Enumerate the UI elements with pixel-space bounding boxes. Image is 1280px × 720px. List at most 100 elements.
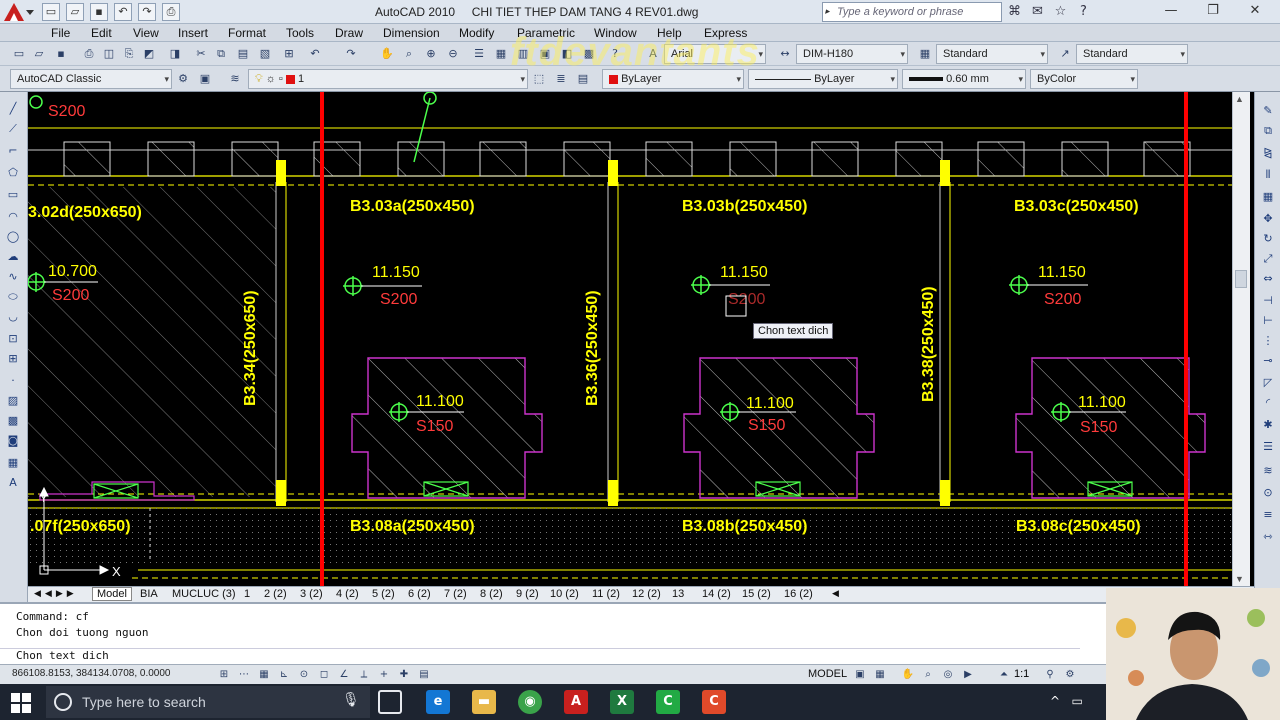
chrome-icon[interactable]: ◉: [518, 690, 542, 714]
publish-icon[interactable]: ⎘: [120, 45, 138, 63]
showmotion-icon[interactable]: ▶: [960, 667, 976, 682]
layer-combo[interactable]: 💡︎ ☼ ▫ 1 ▾: [248, 69, 528, 89]
3d-dwf-icon[interactable]: ◩: [140, 45, 158, 63]
polyline-icon[interactable]: ⌐: [4, 142, 22, 160]
construction-line-icon[interactable]: ⟋: [4, 120, 22, 138]
menu-window[interactable]: Window: [594, 26, 637, 40]
tab-layout[interactable]: 6 (2): [408, 588, 431, 600]
restore-icon[interactable]: ❐: [1192, 0, 1234, 22]
move-icon[interactable]: ✥: [1259, 210, 1277, 228]
plotstyle-combo[interactable]: ByColor ▾: [1030, 69, 1138, 89]
region-icon[interactable]: ◙: [4, 432, 22, 450]
steeringwheel-icon[interactable]: ◎: [940, 667, 956, 682]
quick-properties-icon[interactable]: ▤: [416, 667, 432, 682]
make-current-layer-icon[interactable]: ⬚: [530, 70, 548, 88]
zoom-realtime-icon[interactable]: ⌕: [400, 45, 418, 63]
multileader-style-icon[interactable]: ↗: [1056, 45, 1074, 63]
tab-layout[interactable]: 16 (2): [784, 588, 813, 600]
auto-scale-icon[interactable]: ⚙: [1062, 667, 1078, 682]
command-line-window[interactable]: Command: cf Chon doi tuong nguon Chon te…: [0, 602, 1106, 664]
save-file-icon[interactable]: ▪: [52, 45, 70, 63]
menu-help[interactable]: Help: [657, 26, 682, 40]
array-icon[interactable]: ▦: [1259, 188, 1277, 206]
text-style-combo[interactable]: Arial ▾: [664, 44, 766, 64]
tab-layout[interactable]: MUCLUC (3): [172, 588, 236, 600]
paste-icon[interactable]: ▤: [234, 45, 252, 63]
revcloud-icon[interactable]: ☁: [4, 248, 22, 266]
table-style-icon[interactable]: ▦: [916, 45, 934, 63]
grid-display-icon[interactable]: ▦: [256, 667, 272, 682]
tab-model[interactable]: Model: [92, 587, 132, 601]
open-file-icon[interactable]: ▱: [30, 45, 48, 63]
lineweight-combo[interactable]: 0.60 mm ▾: [902, 69, 1026, 89]
tab-layout[interactable]: 15 (2): [742, 588, 771, 600]
polygon-icon[interactable]: ⬠: [4, 164, 22, 182]
fillet-icon[interactable]: ◜: [1259, 394, 1277, 412]
print-icon[interactable]: ⎙: [80, 45, 98, 63]
excel-icon[interactable]: X: [610, 690, 634, 714]
annotation-visibility-icon[interactable]: ⚲: [1042, 667, 1058, 682]
edge-icon[interactable]: e: [426, 690, 450, 714]
markup-icon[interactable]: ◧: [558, 45, 576, 63]
block-editor-icon[interactable]: ⊞: [280, 45, 298, 63]
plot-icon[interactable]: ⎙: [162, 3, 180, 21]
microphone-icon[interactable]: 🎙︎: [342, 692, 360, 708]
tool-palettes-icon[interactable]: ▥: [514, 45, 532, 63]
circle-icon[interactable]: ◯: [4, 228, 22, 246]
binoculars-icon[interactable]: ⌘: [1006, 2, 1023, 21]
new-icon[interactable]: ▭: [42, 3, 60, 21]
model-space-toggle[interactable]: MODEL: [808, 668, 847, 680]
scroll-down-icon[interactable]: ▼: [1235, 574, 1244, 584]
menu-modify[interactable]: Modify: [459, 26, 494, 40]
tab-layout[interactable]: 14 (2): [702, 588, 731, 600]
menu-insert[interactable]: Insert: [178, 26, 208, 40]
layer-states-icon[interactable]: ▤: [574, 70, 592, 88]
tab-layout[interactable]: BIA: [140, 588, 158, 600]
zoom-status-icon[interactable]: ⌕: [920, 667, 936, 682]
redo-toolbar-icon[interactable]: ↷: [342, 45, 360, 63]
quick-select-icon[interactable]: ⊙: [1259, 484, 1277, 502]
scroll-up-icon[interactable]: ▲: [1235, 94, 1244, 104]
menu-dimension[interactable]: Dimension: [383, 26, 440, 40]
table-icon[interactable]: ▦: [4, 454, 22, 472]
zoom-window-icon[interactable]: ⊕: [422, 45, 440, 63]
communication-icon[interactable]: ✉: [1029, 2, 1046, 21]
copy-object-icon[interactable]: ⧉: [1259, 122, 1277, 140]
dim-style-icon[interactable]: ↔: [776, 45, 794, 63]
layer-properties-icon[interactable]: ≋: [226, 70, 244, 88]
list-icon[interactable]: ≡: [1259, 506, 1277, 524]
quickcalc-icon[interactable]: ▩: [580, 45, 598, 63]
mtext-icon[interactable]: A: [4, 474, 22, 492]
hatch-icon[interactable]: ▨: [4, 392, 22, 410]
properties-palette-icon[interactable]: ☰: [1259, 438, 1277, 456]
erase-icon[interactable]: ✎: [1259, 102, 1277, 120]
menu-tools[interactable]: Tools: [286, 26, 314, 40]
autocad-logo-icon[interactable]: [2, 1, 36, 23]
tab-layout[interactable]: 10 (2): [550, 588, 579, 600]
object-snap-tracking-icon[interactable]: ∠: [336, 667, 352, 682]
multileader-style-combo[interactable]: Standard ▾: [1076, 44, 1188, 64]
publish-dwf-icon[interactable]: ◨: [166, 45, 184, 63]
menu-parametric[interactable]: Parametric: [517, 26, 575, 40]
scale-icon[interactable]: ⤢: [1259, 250, 1277, 268]
tab-scroll-left-icon[interactable]: ◀: [832, 588, 839, 599]
camtasia-icon[interactable]: C: [656, 690, 680, 714]
windows-start-icon[interactable]: [10, 692, 32, 714]
join-icon[interactable]: ⊸: [1259, 352, 1277, 370]
ellipse-arc-icon[interactable]: ◡: [4, 308, 22, 326]
autocad-taskbar-icon[interactable]: A: [564, 690, 588, 714]
minimize-icon[interactable]: —: [1150, 0, 1192, 22]
recorder-icon[interactable]: C: [702, 690, 726, 714]
scroll-thumb[interactable]: [1235, 270, 1247, 288]
annotation-scale-value[interactable]: 1:1: [1014, 668, 1029, 680]
properties-icon[interactable]: ☰: [470, 45, 488, 63]
help-icon[interactable]: ?: [1075, 2, 1092, 21]
tab-layout[interactable]: 11 (2): [592, 588, 620, 600]
help-toolbar-icon[interactable]: ?: [606, 45, 624, 63]
quick-view-drawings-icon[interactable]: ▦: [872, 667, 888, 682]
copy-icon[interactable]: ⧉: [212, 45, 230, 63]
file-explorer-icon[interactable]: ▬: [472, 690, 496, 714]
linetype-combo[interactable]: ByLayer ▾: [748, 69, 898, 89]
menu-format[interactable]: Format: [228, 26, 266, 40]
search-input[interactable]: ▸ Type a keyword or phrase: [822, 2, 1002, 22]
